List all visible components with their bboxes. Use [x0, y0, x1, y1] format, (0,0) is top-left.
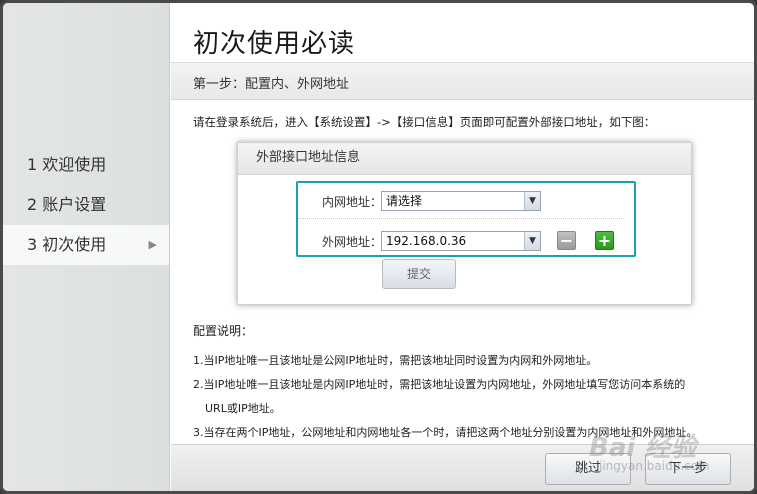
submit-button[interactable]: 提交	[382, 259, 456, 289]
intro-text: 请在登录系统后，进入【系统设置】->【接口信息】页面即可配置外部接口地址，如下图…	[193, 115, 656, 129]
step-list: 1 欢迎使用 2 账户设置 3 初次使用 ▶	[3, 145, 169, 265]
sidebar: 1 欢迎使用 2 账户设置 3 初次使用 ▶	[3, 3, 170, 491]
note-item: 2.当IP地址唯一且该地址是内网IP地址时，需把该地址设置为内网地址，外网地址填…	[193, 378, 686, 391]
wizard-window: 1 欢迎使用 2 账户设置 3 初次使用 ▶ 初次使用必读 第一步：配置内、外网…	[0, 0, 757, 494]
minus-icon[interactable]: −	[557, 231, 576, 250]
page-title: 初次使用必读	[193, 29, 356, 59]
wan-address-label: 外网地址：	[322, 235, 383, 249]
main-content: 初次使用必读 第一步：配置内、外网地址 请在登录系统后，进入【系统设置】->【接…	[171, 3, 754, 491]
plus-icon[interactable]: +	[595, 231, 614, 250]
lan-address-select[interactable]: 请选择 ▼	[381, 191, 541, 211]
chevron-down-icon[interactable]: ▼	[524, 192, 540, 210]
wan-address-select[interactable]: 192.168.0.36 ▼	[381, 231, 541, 251]
panel-body: 内网地址： 请选择 ▼ 外网地址： 192.168.0.36 ▼ − + 提交	[238, 175, 691, 305]
lan-address-label: 内网地址：	[322, 195, 383, 209]
step-label: 3 初次使用	[27, 235, 107, 254]
note-item: URL或IP地址。	[205, 402, 281, 415]
triangle-right-icon: ▶	[148, 238, 157, 251]
wan-address-value: 192.168.0.36	[386, 234, 467, 248]
baidu-watermark-url: jingyan.baidu.com	[599, 459, 710, 473]
panel-title: 外部接口地址信息	[238, 143, 691, 175]
step-first-use[interactable]: 3 初次使用 ▶	[3, 225, 169, 265]
chevron-down-icon[interactable]: ▼	[524, 232, 540, 250]
notes-title: 配置说明：	[193, 324, 254, 338]
step-label: 2 账户设置	[27, 195, 107, 214]
step-subtitle: 第一步：配置内、外网地址	[193, 77, 350, 92]
step-account-settings[interactable]: 2 账户设置	[3, 185, 169, 225]
note-item: 1.当IP地址唯一且该地址是公网IP地址时，需把该地址同时设置为内网和外网地址。	[193, 354, 598, 367]
lan-address-value: 请选择	[386, 194, 423, 208]
step-welcome[interactable]: 1 欢迎使用	[3, 145, 169, 185]
interface-info-panel: 外部接口地址信息 内网地址： 请选择 ▼ 外网地址： 192.168.0.36 …	[237, 142, 692, 305]
step-label: 1 欢迎使用	[27, 155, 107, 174]
subtitle-bar: 第一步：配置内、外网地址	[171, 62, 754, 100]
row-divider	[298, 218, 624, 219]
